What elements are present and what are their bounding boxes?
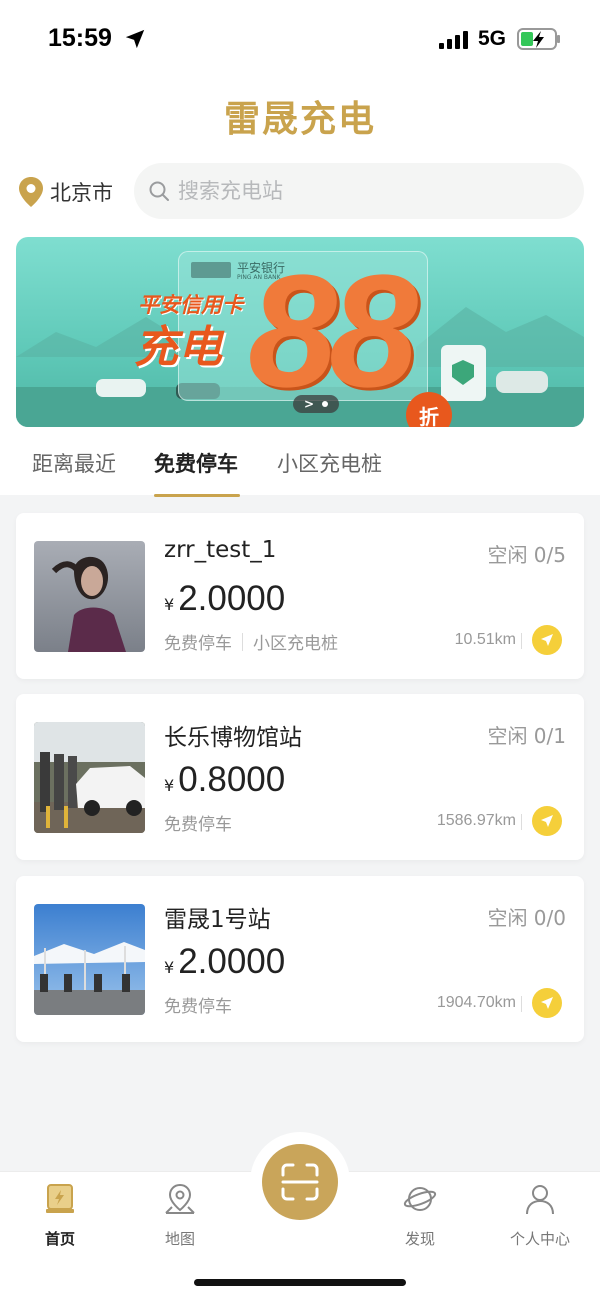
promo-banner[interactable]: 平安银行 PING AN BANK 平安信用卡 充电 88 折 > [16,237,584,427]
station-price: ¥ 2.0000 [164,579,285,619]
scan-icon [281,1163,319,1201]
nav-home[interactable]: 首页 [0,1182,120,1249]
station-tags: 免费停车 [164,992,232,1017]
signal-icon [439,31,468,49]
navigate-button[interactable] [532,988,562,1018]
station-name: 雷晟1号站 [164,907,271,933]
station-card[interactable]: 长乐博物馆站 空闲 0/1 ¥ 0.8000 免费停车 1586.97km [16,694,584,860]
station-name: 长乐博物馆站 [164,725,302,751]
scan-button[interactable] [262,1144,338,1220]
planet-icon [403,1187,437,1211]
currency-symbol: ¥ [164,595,175,614]
distance-divider [521,633,522,649]
station-tag: 小区充电桩 [253,634,338,654]
distance-divider [521,814,522,830]
active-tab-indicator [154,494,240,497]
battery-charging-icon [517,28,560,50]
station-name: zrr_test_1 [164,537,277,563]
station-tag: 免费停车 [164,997,232,1017]
price-value: 0.8000 [178,760,286,799]
currency-symbol: ¥ [164,958,175,977]
station-tag: 免费停车 [164,634,232,654]
currency-symbol: ¥ [164,776,175,795]
tab-nearest[interactable]: 距离最近 [32,448,116,478]
distance-divider [521,996,522,1012]
navigation-arrow-icon [541,997,553,1009]
navigate-button[interactable] [532,625,562,655]
tag-divider [242,632,243,651]
tab-community-charger[interactable]: 小区充电桩 [277,448,382,478]
price-value: 2.0000 [178,942,286,981]
promo-discount-number: 88 [248,241,418,420]
station-distance: 1586.97km [436,812,516,829]
person-icon [526,1185,554,1215]
station-card[interactable]: 雷晟1号站 空闲 0/0 ¥ 2.0000 免费停车 1904.70km [16,876,584,1042]
home-indicator [194,1279,406,1286]
filter-tabs: 距离最近 免费停车 小区充电桩 [0,440,600,497]
nav-map-label: 地图 [164,1230,195,1248]
bank-card-badge [191,262,231,278]
price-value: 2.0000 [178,579,286,618]
app-title: 雷晟充电 [223,99,376,140]
search-bar[interactable] [134,163,584,219]
station-thumbnail [34,722,145,833]
carousel-indicator[interactable]: > [293,395,339,413]
station-tag: 免费停车 [164,815,232,835]
city-label: 北京市 [50,181,113,205]
station-tags: 免费停车 小区充电桩 [164,629,338,654]
station-card[interactable]: zrr_test_1 空闲 0/5 ¥ 2.0000 免费停车 小区充电桩 10… [16,513,584,679]
status-bar: 15:59 5G [0,18,600,62]
nav-profile[interactable]: 个人中心 [480,1182,600,1249]
nav-map[interactable]: 地图 [120,1182,240,1249]
station-distance: 1904.70km [436,994,516,1011]
city-selector[interactable]: 北京市 [18,174,113,210]
carousel-dot [322,401,329,407]
status-time: 15:59 [48,24,112,52]
tab-free-parking[interactable]: 免费停车 [154,448,238,478]
nav-home-label: 首页 [44,1230,75,1248]
promo-line2: 充电 [134,322,222,373]
station-thumbnail [34,541,145,652]
search-input[interactable] [178,179,558,203]
navigation-arrow-icon [541,634,553,646]
search-icon [149,181,169,201]
home-charger-icon [46,1184,74,1213]
station-distance: 10.51km [454,631,516,648]
station-availability: 空闲 0/0 [487,906,566,930]
station-thumbnail [34,904,145,1015]
nav-profile-label: 个人中心 [509,1230,570,1248]
chevron-right-icon: > [303,397,315,411]
nav-discover[interactable]: 发现 [360,1182,480,1249]
station-availability: 空闲 0/5 [487,543,566,567]
location-arrow-icon [125,29,145,49]
station-price: ¥ 0.8000 [164,760,285,800]
navigate-button[interactable] [532,806,562,836]
station-price: ¥ 2.0000 [164,942,285,982]
map-pin-icon [165,1183,195,1214]
station-tags: 免费停车 [164,810,232,835]
location-pin-icon [19,177,43,207]
network-type: 5G [478,27,507,50]
navigation-arrow-icon [541,815,553,827]
station-availability: 空闲 0/1 [487,724,566,748]
nav-discover-label: 发现 [404,1230,435,1248]
